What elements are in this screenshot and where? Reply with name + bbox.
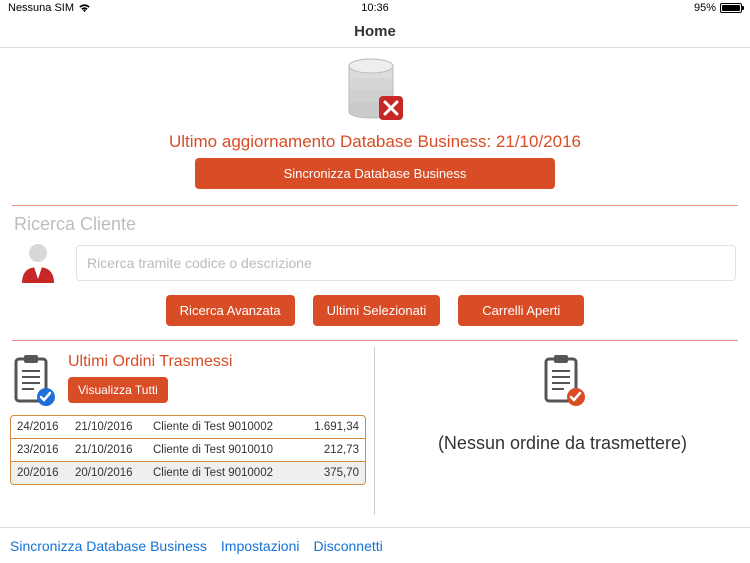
orders-table: 24/2016 21/10/2016 Cliente di Test 90100… (10, 415, 366, 485)
battery-pct-label: 95% (694, 2, 716, 14)
clipboard-pending-icon (540, 353, 586, 407)
orders-transmitted-title: Ultimi Ordini Trasmessi (68, 353, 232, 371)
sync-section: Ultimo aggiornamento Database Business: … (0, 48, 750, 199)
order-amount: 212,73 (303, 444, 359, 456)
carrier-label: Nessuna SIM (8, 2, 74, 14)
last-selected-button[interactable]: Ultimi Selezionati (313, 295, 441, 326)
toolbar-logout-link[interactable]: Disconnetti (313, 538, 382, 554)
last-update-label: Ultimo aggiornamento Database Business: … (0, 132, 750, 152)
orders-row: Ultimi Ordini Trasmessi Visualizza Tutti… (0, 347, 750, 515)
order-date: 20/10/2016 (75, 467, 147, 479)
customer-icon (14, 239, 62, 287)
search-section-label: Ricerca Cliente (0, 212, 750, 235)
order-amount: 1.691,34 (303, 421, 359, 433)
divider (12, 205, 738, 206)
bottom-toolbar: Sincronizza Database Business Impostazio… (0, 527, 750, 563)
order-amount: 375,70 (303, 467, 359, 479)
orders-transmitted-panel: Ultimi Ordini Trasmessi Visualizza Tutti… (0, 347, 375, 515)
order-date: 21/10/2016 (75, 444, 147, 456)
battery-icon (720, 3, 742, 13)
orders-pending-panel: (Nessun ordine da trasmettere) (375, 347, 750, 515)
order-customer: Cliente di Test 9010002 (153, 421, 297, 433)
order-id: 20/2016 (17, 467, 69, 479)
toolbar-sync-link[interactable]: Sincronizza Database Business (10, 538, 207, 554)
order-date: 21/10/2016 (75, 421, 147, 433)
toolbar-settings-link[interactable]: Impostazioni (221, 538, 300, 554)
sync-db-button[interactable]: Sincronizza Database Business (195, 158, 555, 189)
table-row[interactable]: 20/2016 20/10/2016 Cliente di Test 90100… (11, 462, 365, 484)
order-id: 23/2016 (17, 444, 69, 456)
open-carts-button[interactable]: Carrelli Aperti (458, 295, 584, 326)
table-row[interactable]: 24/2016 21/10/2016 Cliente di Test 90100… (11, 416, 365, 439)
search-buttons: Ricerca Avanzata Ultimi Selezionati Carr… (0, 295, 750, 334)
clipboard-check-icon (10, 353, 56, 407)
wifi-icon (78, 3, 91, 13)
status-bar: Nessuna SIM 10:36 95% (0, 0, 750, 16)
advanced-search-button[interactable]: Ricerca Avanzata (166, 295, 295, 326)
divider (12, 340, 738, 341)
order-customer: Cliente di Test 9010010 (153, 444, 297, 456)
view-all-orders-button[interactable]: Visualizza Tutti (68, 377, 168, 403)
no-orders-label: (Nessun ordine da trasmettere) (438, 433, 687, 454)
search-input[interactable] (76, 245, 736, 281)
nav-bar: Home (0, 16, 750, 48)
search-row (0, 235, 750, 287)
order-customer: Cliente di Test 9010002 (153, 467, 297, 479)
order-id: 24/2016 (17, 421, 69, 433)
table-row[interactable]: 23/2016 21/10/2016 Cliente di Test 90100… (11, 439, 365, 462)
clock-label: 10:36 (361, 2, 389, 14)
database-error-icon (345, 56, 405, 128)
page-title: Home (354, 23, 396, 40)
